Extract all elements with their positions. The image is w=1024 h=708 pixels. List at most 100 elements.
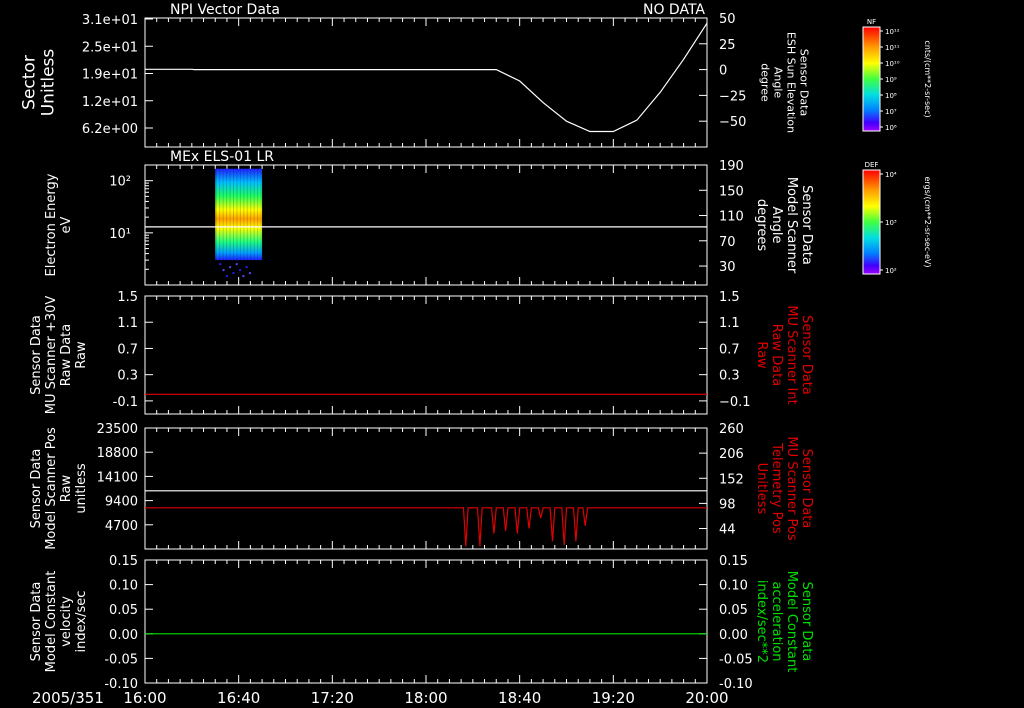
y-axis-label: Sensor Data (29, 315, 44, 395)
spectrogram-pixel (245, 266, 248, 269)
y2-tick-label: 150 (719, 184, 744, 199)
spectrogram-pixel (242, 275, 245, 278)
y-axis-label: Raw (74, 341, 89, 369)
y2-axis-label: Model Scanner (784, 177, 799, 274)
y2-tick-label: 70 (719, 235, 736, 250)
panel-frame (144, 559, 708, 684)
y2-axis-label: degree (759, 63, 772, 102)
colorbar-tick-label: 10⁷ (885, 108, 897, 116)
y-tick-label: 1.5 (117, 290, 138, 305)
y2-tick-label: 0.05 (719, 603, 748, 618)
y-tick-label: 6.2e+00 (82, 122, 138, 137)
y-tick-label: 2.5e+01 (82, 40, 138, 55)
date-label: 2005/351 (32, 689, 104, 707)
series-line (145, 507, 707, 547)
spectrogram (215, 168, 263, 278)
panel-3: 1.5 1.1 0.7 0.3 -0.1 1.5 1.1 0.7 0.3 −0.1 Sensor D… (29, 290, 814, 415)
multi-panel-chart: NPI Vector Data NO DATA 3.1e+01 2.5e+01 1.9e… (19, 2, 932, 707)
y-axis-label: MU Scanner +30V (44, 296, 59, 415)
colorbar-tick-label: 10¹¹ (885, 44, 900, 52)
y2-axis-label: Unitless (754, 463, 769, 515)
y2-tick-label: −50 (719, 115, 746, 130)
y-axis-label: unitless (74, 463, 89, 514)
colorbar-nf: NF 10¹² 10¹¹ 10¹⁰ 10⁹ 10⁸ 10⁷ 10⁶ cnts/(cm**2-sr… (862, 18, 932, 132)
y2-axis-label: index/sec**2 (754, 580, 769, 663)
x-tick-label: 16:40 (217, 689, 260, 707)
colorbar-tick-label: 10⁶ (885, 124, 897, 132)
panel-title: NPI Vector Data (170, 2, 280, 18)
y-tick-label: 10¹ (109, 227, 131, 242)
y-tick-label: 9400 (105, 495, 138, 510)
colorbar-gradient (862, 169, 881, 275)
spectrogram-pixel (219, 263, 222, 266)
y2-axis-label: Angle (772, 67, 785, 99)
spectrogram-pixel (239, 269, 242, 272)
y2-axis-label: acceleration (769, 581, 784, 661)
colorbar-unit: cnts/(cm**2-sr-sec) (923, 40, 932, 117)
y-tick-label: 0.15 (109, 554, 138, 569)
y2-tick-label: 152 (719, 472, 744, 487)
y2-tick-label: 206 (719, 447, 744, 462)
spectrogram-pixel (248, 272, 251, 275)
spectrogram-pixel (232, 272, 235, 275)
y-axis-label: Unitless (38, 49, 58, 117)
spectrogram-block (215, 168, 263, 261)
y-tick-label: 4700 (105, 519, 138, 534)
panel-frame (144, 295, 708, 415)
x-tick-label: 19:20 (592, 689, 635, 707)
y-axis-label: Model Constant (44, 571, 59, 673)
y2-tick-label: 50 (719, 12, 736, 27)
y-axis-label: Sensor Data (29, 449, 44, 529)
y-axis-label: velocity (59, 596, 74, 647)
y-tick-label: 1.2e+01 (82, 95, 138, 110)
y-tick-label: -0.1 (113, 395, 138, 410)
y2-tick-label: −0.1 (719, 395, 751, 410)
y-tick-label: 18800 (97, 446, 138, 461)
colorbar-unit: ergs/(cm**2-sr-sec-eV) (923, 176, 932, 267)
y2-tick-label: 30 (719, 260, 736, 275)
panel-title: MEx ELS-01 LR (170, 149, 274, 165)
y2-axis-label: Raw (754, 341, 769, 369)
colorbar-tick-label: 10³ (885, 219, 897, 227)
y2-tick-label: 25 (719, 38, 736, 53)
y2-tick-label: -0.05 (719, 652, 753, 667)
y-tick-label: 14100 (97, 470, 138, 485)
y-tick-label: 0.3 (117, 369, 138, 384)
y-tick-label: 0.10 (109, 579, 138, 594)
panel-frame (144, 17, 708, 148)
colorbar-tick-label: 10¹² (885, 28, 900, 36)
y-axis-label: Raw (59, 474, 74, 502)
y-axis-label: index/sec (74, 591, 89, 653)
y-axis-label: Sensor Data (29, 582, 44, 662)
y2-axis-label: degrees (754, 199, 769, 252)
y-axis-label: Electron Energy (44, 173, 59, 276)
y-tick-label: 1.1 (117, 316, 138, 331)
panel-status: NO DATA (643, 2, 705, 18)
y2-axis-label: MU Scanner Pos (784, 436, 799, 541)
panel-1: NPI Vector Data NO DATA 3.1e+01 2.5e+01 1.9e… (19, 2, 811, 148)
y-axis-label: Raw Data (59, 324, 74, 387)
y2-axis-label: Angle (769, 207, 784, 244)
y2-axis-label: ESH Sun Elevation (785, 32, 798, 133)
y-tick-label: -0.05 (104, 652, 138, 667)
x-tick-label: 17:20 (311, 689, 354, 707)
colorbar-tick-label: 10⁸ (885, 92, 897, 100)
y-axis-label: eV (59, 216, 74, 233)
spectrogram-pixel (235, 263, 238, 266)
colorbar-tick-label: 10⁴ (885, 171, 897, 179)
y2-axis-label: Telemetry Pos (769, 442, 784, 534)
colorbar-def: DEF 10⁴ 10³ 10² ergs/(cm**2-sr-sec-eV) (862, 161, 932, 275)
x-tick-label: 18:40 (498, 689, 541, 707)
colorbar-title: NF (867, 18, 876, 26)
colorbar-tick-label: 10² (885, 267, 897, 275)
colorbar-gradient (862, 26, 881, 132)
y-tick-label: 0.7 (117, 342, 138, 357)
y-tick-label: 0.00 (109, 628, 138, 643)
y2-tick-label: 1.1 (719, 316, 740, 331)
panel-frame (144, 427, 708, 550)
y2-tick-label: 0.00 (719, 628, 748, 643)
y2-tick-label: 260 (719, 422, 744, 437)
panel-5: 0.150.100.050.00-0.05-0.100.150.100.050.… (29, 554, 814, 692)
spectrogram-pixel (225, 275, 228, 278)
series-line (145, 22, 708, 133)
